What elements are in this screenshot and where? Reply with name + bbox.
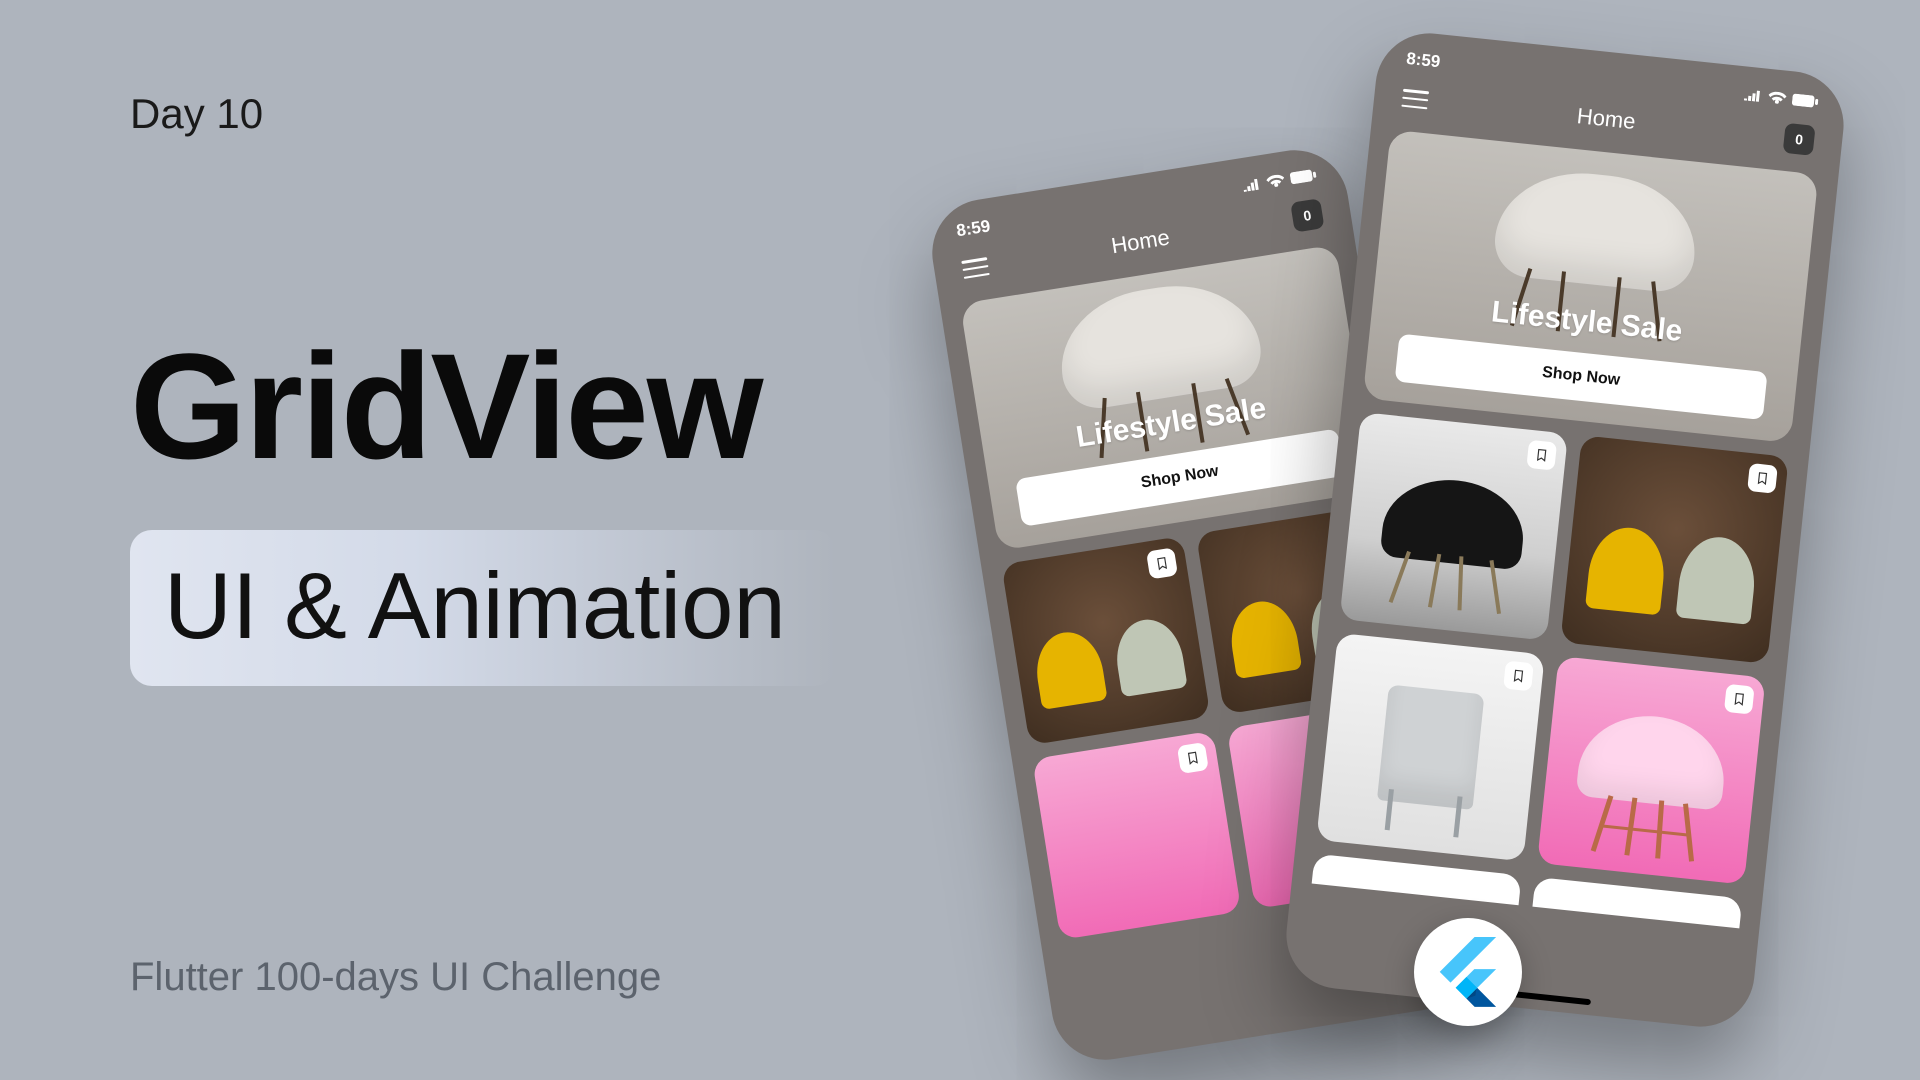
nav-title: Home xyxy=(1576,103,1637,135)
bookmark-icon[interactable] xyxy=(1724,684,1755,715)
wifi-icon xyxy=(1768,91,1787,105)
shop-now-button[interactable]: Shop Now xyxy=(1395,334,1768,420)
signal-icon xyxy=(1242,177,1262,192)
product-grid xyxy=(1292,410,1809,931)
phone-mock-front: 8:59 Home 0 Lifestyle Sale Shop Now xyxy=(1281,28,1849,1032)
cart-badge[interactable]: 0 xyxy=(1783,123,1816,156)
signal-icon xyxy=(1744,88,1763,102)
product-tile-partial[interactable] xyxy=(1532,877,1742,929)
flutter-logo-icon xyxy=(1439,937,1497,1007)
menu-icon[interactable] xyxy=(1401,89,1429,110)
wifi-icon xyxy=(1266,174,1286,189)
product-tile[interactable] xyxy=(1537,656,1766,885)
product-tile-partial[interactable] xyxy=(1312,854,1522,906)
product-tile[interactable] xyxy=(1560,435,1789,664)
sub-headline-pill: UI & Animation xyxy=(130,530,836,686)
product-tile[interactable] xyxy=(1001,536,1210,745)
cart-badge[interactable]: 0 xyxy=(1290,198,1324,232)
product-tile[interactable] xyxy=(1339,412,1568,641)
bookmark-icon[interactable] xyxy=(1526,440,1557,471)
battery-icon xyxy=(1289,169,1317,185)
product-tile[interactable] xyxy=(1316,633,1545,862)
status-time: 8:59 xyxy=(1405,49,1441,72)
flutter-logo-badge xyxy=(1414,918,1522,1026)
bookmark-icon[interactable] xyxy=(1747,463,1778,494)
day-label: Day 10 xyxy=(130,90,263,138)
bookmark-icon[interactable] xyxy=(1177,742,1209,774)
bookmark-icon[interactable] xyxy=(1146,547,1178,579)
phone-mockups: 8:59 Home 0 Lifestyle Sale Shop Now xyxy=(1160,60,1780,1020)
menu-icon[interactable] xyxy=(961,257,989,279)
headline: GridView xyxy=(130,320,761,493)
challenge-footer: Flutter 100-days UI Challenge xyxy=(130,955,661,1000)
hero-card[interactable]: Lifestyle Sale Shop Now xyxy=(1363,130,1819,443)
nav-title: Home xyxy=(1109,224,1171,259)
battery-icon xyxy=(1792,93,1819,108)
hero-card[interactable]: Lifestyle Sale Shop Now xyxy=(960,244,1374,550)
bookmark-icon[interactable] xyxy=(1503,661,1534,692)
product-tile[interactable] xyxy=(1032,731,1241,940)
